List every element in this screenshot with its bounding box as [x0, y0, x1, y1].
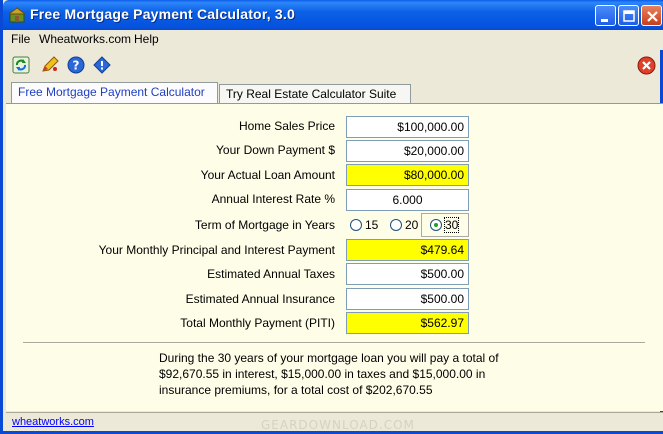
tab-mortgage-calculator[interactable]: Free Mortgage Payment Calculator [11, 82, 218, 104]
help-icon: ? [67, 56, 85, 74]
app-window: Free Mortgage Payment Calculator, 3.0 Fi… [0, 0, 663, 434]
annual-insurance-label: Estimated Annual Insurance [185, 292, 335, 306]
term-radio-15-label: 15 [365, 218, 379, 232]
wheatworks-link[interactable]: wheatworks.com [12, 416, 94, 428]
menu-wheatworks[interactable]: Wheatworks.com [39, 32, 131, 46]
exit-button[interactable] [637, 56, 657, 76]
toolbar: ? [6, 52, 663, 80]
radio-circle-icon [350, 219, 362, 231]
home-price-field[interactable]: $100,000.00 [346, 116, 469, 138]
title-bar[interactable]: Free Mortgage Payment Calculator, 3.0 [3, 0, 663, 30]
tab-real-estate-suite[interactable]: Try Real Estate Calculator Suite [219, 84, 411, 103]
minimize-button[interactable] [595, 5, 616, 26]
summary-line-3: insurance premiums, for a total cost of … [159, 383, 433, 397]
term-radio-group: 15 20 30 [346, 214, 469, 236]
help-button[interactable]: ? [67, 56, 87, 76]
menu-file[interactable]: File [11, 32, 30, 46]
edit-tool-button[interactable] [40, 56, 60, 76]
svg-text:?: ? [73, 59, 80, 73]
monthly-pi-value: $479.64 [346, 239, 469, 261]
menu-bar: File Wheatworks.com Help [6, 30, 663, 50]
close-button[interactable] [641, 5, 662, 26]
maximize-button[interactable] [618, 5, 639, 26]
annual-insurance-field[interactable]: $500.00 [346, 288, 469, 310]
exit-icon [637, 56, 656, 75]
total-piti-value: $562.97 [346, 312, 469, 334]
about-button[interactable] [93, 56, 113, 76]
tab-strip: Free Mortgage Payment Calculator Try Rea… [6, 82, 663, 104]
radio-selected-icon [430, 219, 442, 231]
term-radio-20-label: 20 [405, 218, 419, 232]
total-piti-label: Total Monthly Payment (PITI) [180, 316, 335, 330]
term-radio-20[interactable]: 20 [390, 218, 418, 232]
summary-line-1: During the 30 years of your mortgage loa… [159, 351, 499, 365]
down-payment-label: Your Down Payment $ [216, 143, 335, 157]
minimize-icon [601, 19, 608, 22]
term-radio-15[interactable]: 15 [350, 218, 378, 232]
term-label: Term of Mortgage in Years [194, 218, 335, 232]
divider [23, 342, 645, 344]
interest-rate-field[interactable]: 6.000 [346, 189, 469, 211]
term-radio-30[interactable]: 30 [430, 217, 460, 233]
down-payment-field[interactable]: $20,000.00 [346, 140, 469, 162]
monthly-pi-label: Your Monthly Principal and Interest Paym… [98, 243, 335, 257]
refresh-button[interactable] [12, 56, 32, 76]
loan-amount-value: $80,000.00 [346, 164, 469, 186]
loan-amount-label: Your Actual Loan Amount [200, 168, 335, 182]
summary-line-2: $92,670.55 in interest, $15,000.00 in ta… [159, 367, 486, 381]
refresh-icon [12, 56, 30, 74]
interest-rate-label: Annual Interest Rate % [211, 192, 335, 206]
annual-taxes-label: Estimated Annual Taxes [207, 267, 335, 281]
menu-help[interactable]: Help [134, 32, 159, 46]
window-title: Free Mortgage Payment Calculator, 3.0 [30, 6, 295, 22]
maximize-icon [623, 10, 635, 22]
radio-circle-icon [390, 219, 402, 231]
annual-taxes-field[interactable]: $500.00 [346, 263, 469, 285]
info-icon [93, 56, 111, 74]
term-radio-30-label: 30 [443, 217, 460, 233]
watermark: GEARDOWNLOAD.COM [261, 418, 415, 432]
home-price-label: Home Sales Price [238, 119, 335, 133]
close-icon [647, 11, 658, 22]
pencil-icon [42, 56, 59, 72]
app-icon [9, 7, 25, 23]
cost-summary: During the 30 years of your mortgage loa… [159, 350, 539, 398]
